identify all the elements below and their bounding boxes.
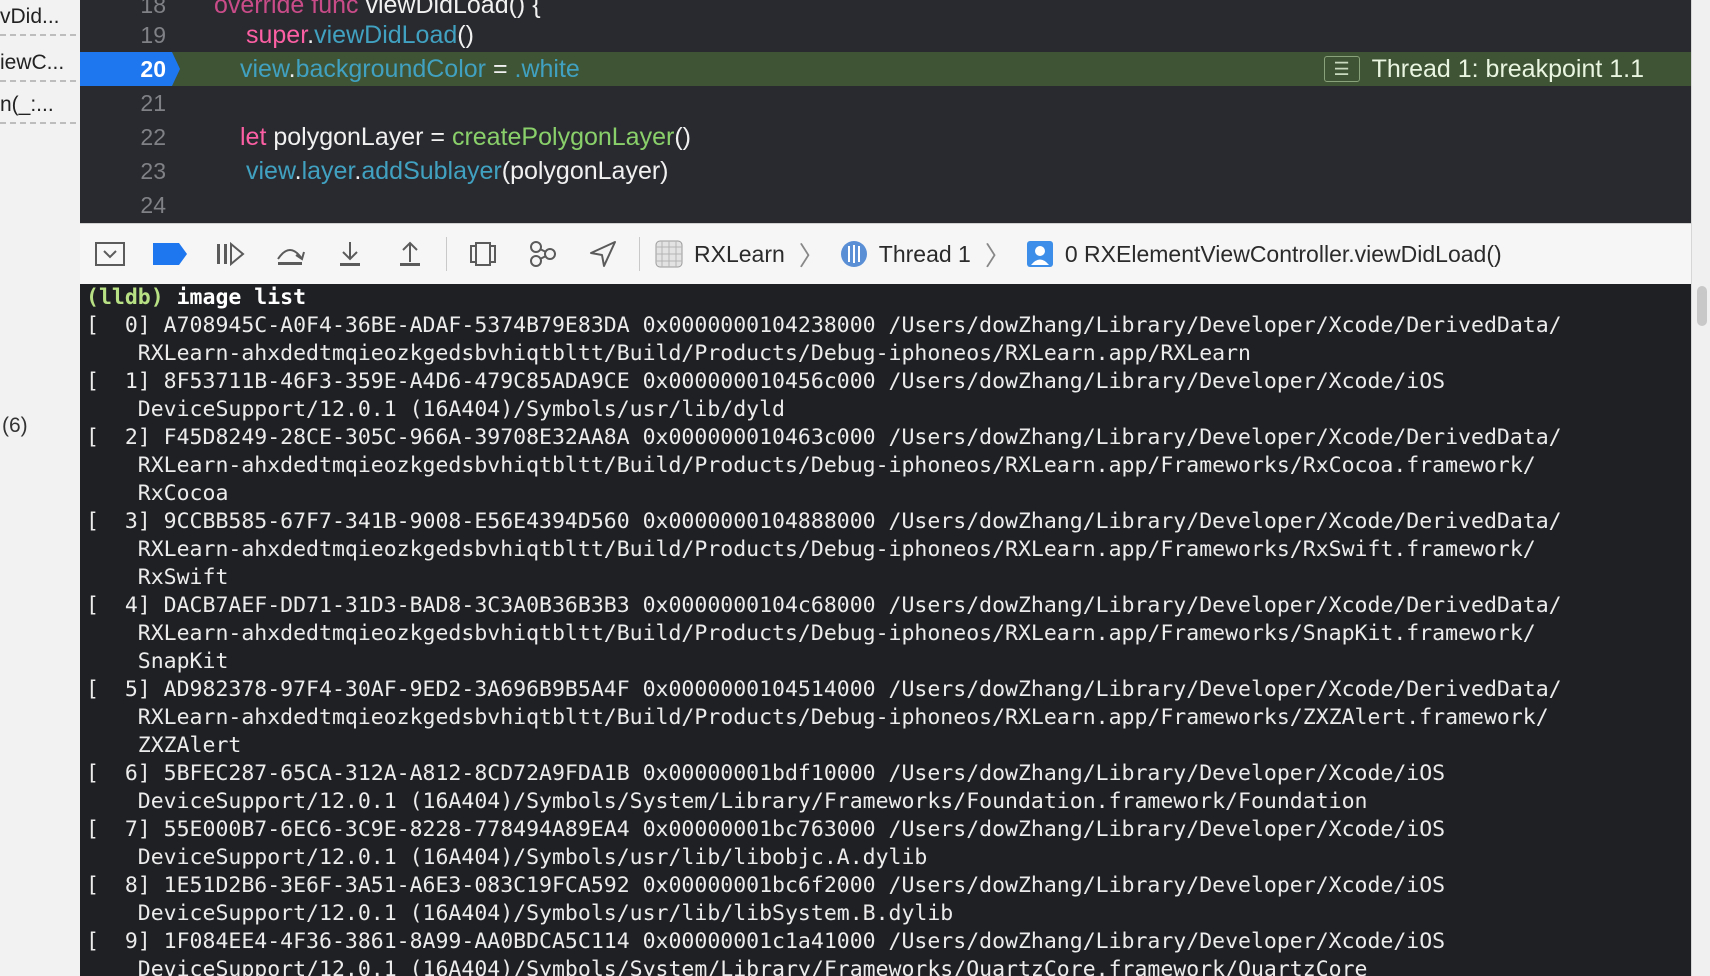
code-line: 22 let polygonLayer = createPolygonLayer… [80,120,1692,154]
hide-debug-area-icon[interactable] [80,229,140,279]
code-token: override func [214,0,366,19]
breakpoint-indicator[interactable]: 20 [80,52,180,86]
user-frame-icon [1025,239,1055,269]
line-number: 20 [140,56,166,82]
console-output-line: [ 3] 9CCBB585-67F7-341B-9008-E56E4394D56… [86,509,1562,534]
line-number[interactable]: 21 [80,86,166,120]
debug-console[interactable]: (lldb) image list [ 0] A708945C-A0F4-36B… [80,284,1692,976]
console-output-line: [ 5] AD982378-97F4-30AF-9ED2-3A696B9B5A4… [86,677,1562,702]
code-token: layer [301,157,355,185]
navigator-frame-item[interactable]: n(_:... [0,88,76,124]
console-output-line: RXLearn-ahxdedtmqieozkgedsbvhiqtbltt/Bui… [86,453,1536,478]
console-output-line: RxCocoa [86,481,229,506]
line-number[interactable]: 23 [80,154,166,188]
console-output-line: [ 2] F45D8249-28CE-305C-966A-39708E32AA8… [86,425,1562,450]
console-command: image list [163,285,307,310]
breadcrumb-thread[interactable]: Thread 1 [879,241,971,268]
simulate-location-icon[interactable] [573,229,633,279]
console-output-line: RxSwift [86,565,229,590]
code-token: . [288,55,296,83]
code-token: () [674,123,691,151]
source-editor[interactable]: 18 override func viewDidLoad() { 19 supe… [80,0,1692,223]
toolbar-separator [639,237,640,271]
navigator-frame-item[interactable]: iewC... [0,46,76,82]
code-token: = [486,55,515,83]
navigator-count: (6) [2,414,28,437]
memory-graph-icon[interactable] [513,229,573,279]
chevron-right-icon: 〉 [984,240,1011,271]
app-grid-icon [654,239,684,269]
code-line: 23 view.layer.addSublayer(polygonLayer) [80,154,1692,188]
breakpoint-annotation[interactable]: ☰ Thread 1: breakpoint 1.1 [1323,52,1644,86]
navigator-frame-item[interactable]: vDid... [0,0,76,36]
scrollbar[interactable] [1691,0,1710,976]
console-output-line: [ 4] DACB7AEF-DD71-31D3-BAD8-3C3A0B36B3B… [86,593,1562,618]
breadcrumb-app[interactable]: RXLearn [694,241,785,268]
console-output-line: DeviceSupport/12.0.1 (16A404)/Symbols/Sy… [86,957,1368,976]
console-output-line: RXLearn-ahxdedtmqieozkgedsbvhiqtbltt/Bui… [86,705,1549,730]
step-over-icon[interactable] [260,229,320,279]
code-token: () [457,21,474,49]
code-token: .white [514,55,580,83]
breadcrumb: RXLearn 〉 Thread 1 〉 0 RXElementViewCont… [654,236,1502,273]
console-output-line: [ 1] 8F53711B-46F3-359E-A4D6-479C85ADA9C… [86,369,1446,394]
breadcrumb-frame[interactable]: 0 RXElementViewController.viewDidLoad() [1065,241,1502,268]
console-output-line: DeviceSupport/12.0.1 (16A404)/Symbols/us… [86,901,954,926]
breakpoints-toggle-icon[interactable] [140,229,200,279]
code-line: 19 super.viewDidLoad() [80,18,1692,52]
code-token: let [240,123,267,151]
thread-icon [839,239,869,269]
code-token: view [246,157,295,185]
toolbar-separator [446,237,447,271]
navigator-panel: vDid... iewC... n(_:... (6) [0,0,81,976]
code-token: . [294,157,302,185]
console-output-line: SnapKit [86,649,229,674]
code-token: super [246,21,308,49]
line-number[interactable]: 22 [80,120,166,154]
code-token: createPolygonLayer [451,123,675,151]
console-output-line: RXLearn-ahxdedtmqieozkgedsbvhiqtbltt/Bui… [86,621,1536,646]
code-token: backgroundColor [295,55,486,83]
console-output-line: DeviceSupport/12.0.1 (16A404)/Symbols/us… [86,845,928,870]
lldb-prompt: (lldb) [86,285,164,310]
line-number[interactable]: 24 [80,188,166,222]
continue-icon[interactable] [200,229,260,279]
code-line: 24 [80,188,1692,222]
code-token: view [240,55,289,83]
code-token: viewDidLoad() { [365,0,541,19]
console-output-line: [ 0] A708945C-A0F4-36BE-ADAF-5374B79E83D… [86,313,1562,338]
view-hierarchy-icon[interactable] [453,229,513,279]
step-out-icon[interactable] [380,229,440,279]
code-token: addSublayer [361,157,502,185]
scrollbar-thumb[interactable] [1697,286,1707,326]
step-into-icon[interactable] [320,229,380,279]
chevron-right-icon: 〉 [798,240,825,271]
line-number[interactable]: 19 [80,18,166,52]
console-output-line: [ 7] 55E000B7-6EC6-3C9E-8228-778494A89EA… [86,817,1446,842]
list-icon[interactable]: ☰ [1323,56,1360,82]
console-output-line: DeviceSupport/12.0.1 (16A404)/Symbols/Sy… [86,789,1368,814]
code-token: (polygonLayer) [501,157,669,185]
console-output-line: ZXZAlert [86,733,242,758]
console-output-line: DeviceSupport/12.0.1 (16A404)/Symbols/us… [86,397,785,422]
console-output-line: RXLearn-ahxdedtmqieozkgedsbvhiqtbltt/Bui… [86,341,1251,366]
console-output-line: RXLearn-ahxdedtmqieozkgedsbvhiqtbltt/Bui… [86,537,1536,562]
code-token: polygonLayer = [266,123,452,151]
debug-toolbar: RXLearn 〉 Thread 1 〉 0 RXElementViewCont… [80,223,1692,285]
breakpoint-label: Thread 1: breakpoint 1.1 [1371,54,1644,83]
console-output-line: [ 6] 5BFEC287-65CA-312A-A812-8CD72A9FDA1… [86,761,1446,786]
console-command-line: (lldb) image list [86,284,306,312]
console-output-line: [ 8] 1E51D2B6-3E6F-3A51-A6E3-083C19FCA59… [86,873,1446,898]
console-output-line: [ 9] 1F084EE4-4F36-3861-8A99-AA0BDCA5C11… [86,929,1446,954]
code-line: 21 [80,86,1692,120]
code-token: viewDidLoad [314,21,458,49]
code-line-current: 20 view.backgroundColor = .white ☰ Threa… [80,52,1692,86]
